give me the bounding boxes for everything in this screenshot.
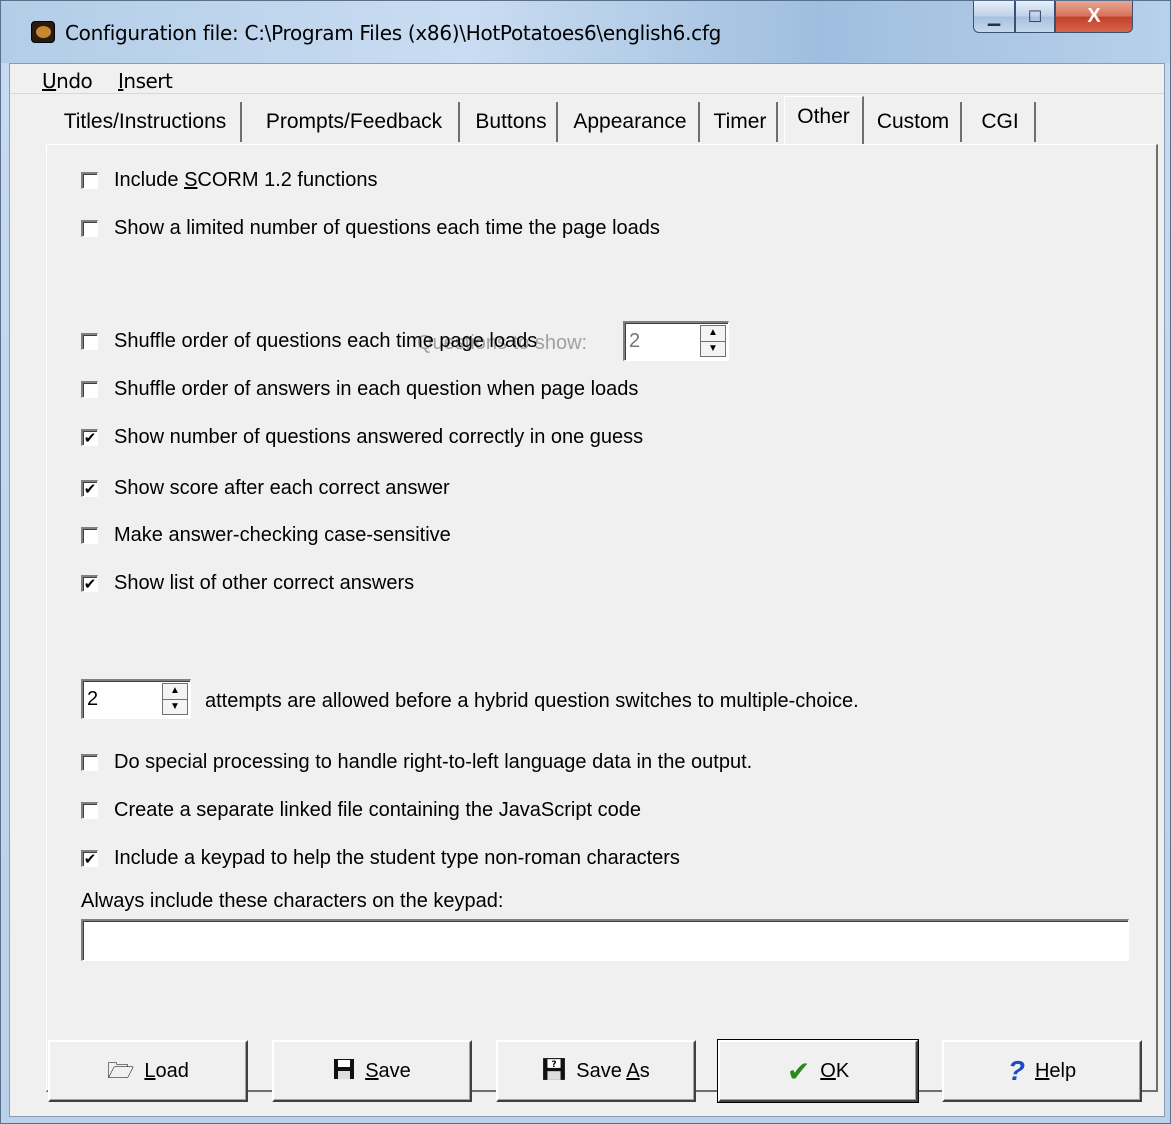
other-tab-panel: Include SCORM 1.2 functions Show a limit… bbox=[46, 144, 1158, 1092]
tab-timer[interactable]: Timer bbox=[704, 102, 778, 142]
show-score-checkbox[interactable]: ✔ bbox=[81, 480, 98, 497]
rtl-checkbox[interactable] bbox=[81, 754, 98, 771]
load-label: Load bbox=[144, 1059, 189, 1082]
keypad-characters-input[interactable] bbox=[81, 919, 1129, 961]
dialog-client-area: Undo Insert Titles/Instructions Prompts/… bbox=[9, 63, 1165, 1117]
tab-appearance[interactable]: Appearance bbox=[562, 102, 700, 142]
menu-undo[interactable]: Undo bbox=[42, 69, 93, 93]
spin-down-icon[interactable]: ▼ bbox=[163, 698, 187, 715]
tab-buttons[interactable]: Buttons bbox=[466, 102, 558, 142]
tab-other[interactable]: Other bbox=[784, 96, 864, 144]
separate-js-checkbox[interactable] bbox=[81, 802, 98, 819]
limited-questions-label: Show a limited number of questions each … bbox=[114, 217, 660, 239]
minimize-icon: ▁ bbox=[987, 8, 1001, 26]
attempts-spinner[interactable]: 2 ▲ ▼ bbox=[81, 679, 191, 719]
case-sensitive-label: Make answer-checking case-sensitive bbox=[114, 524, 451, 546]
maximize-icon: ☐ bbox=[1027, 8, 1043, 26]
save-as-label: Save As bbox=[576, 1059, 650, 1082]
floppy-disk-question-icon: ? bbox=[542, 1057, 566, 1085]
hot-potatoes-app-icon[interactable] bbox=[31, 21, 55, 43]
ok-label: OK bbox=[820, 1059, 850, 1082]
other-answers-checkbox[interactable]: ✔ bbox=[81, 575, 98, 592]
tab-prompts-feedback[interactable]: Prompts/Feedback bbox=[250, 102, 460, 142]
scorm-label: Include SCORM 1.2 functions bbox=[114, 169, 378, 191]
load-button[interactable]: 🗁 Load bbox=[48, 1040, 248, 1102]
option-show-score[interactable]: ✔ Show score after each correct answer bbox=[81, 477, 450, 500]
minimize-button[interactable]: ▁ bbox=[973, 1, 1015, 33]
questions-to-show-spinner[interactable]: 2 ▲ ▼ bbox=[623, 321, 729, 361]
title-bar[interactable]: Configuration file: C:\Program Files (x8… bbox=[1, 1, 1170, 63]
attempts-arrows[interactable]: ▲ ▼ bbox=[162, 683, 188, 715]
tab-custom[interactable]: Custom bbox=[866, 102, 962, 142]
menu-bar: Undo Insert bbox=[10, 64, 1164, 94]
option-show-correct-first[interactable]: ✔ Show number of questions answered corr… bbox=[81, 426, 643, 449]
svg-text:?: ? bbox=[552, 1060, 557, 1070]
save-as-button[interactable]: ? Save As bbox=[496, 1040, 696, 1102]
tab-strip: Titles/Instructions Prompts/Feedback But… bbox=[10, 94, 1164, 144]
help-button[interactable]: ? Help bbox=[942, 1040, 1142, 1102]
checkmark-icon: ✔ bbox=[786, 1055, 811, 1087]
shuffle-questions-label: Shuffle order of questions each time pag… bbox=[114, 330, 538, 352]
close-button[interactable]: X bbox=[1055, 1, 1133, 33]
spin-up-icon[interactable]: ▲ bbox=[163, 684, 187, 699]
floppy-disk-icon bbox=[333, 1058, 355, 1084]
spin-down-icon[interactable]: ▼ bbox=[701, 340, 725, 357]
option-other-answers[interactable]: ✔ Show list of other correct answers bbox=[81, 572, 414, 595]
option-shuffle-answers[interactable]: Shuffle order of answers in each questio… bbox=[81, 378, 638, 401]
spin-up-icon[interactable]: ▲ bbox=[701, 326, 725, 341]
folder-open-icon: 🗁 bbox=[107, 1058, 135, 1083]
other-answers-label: Show list of other correct answers bbox=[114, 572, 415, 594]
attempts-label: attempts are allowed before a hybrid que… bbox=[205, 690, 859, 712]
show-correct-first-checkbox[interactable]: ✔ bbox=[81, 429, 98, 446]
close-icon: X bbox=[1087, 5, 1101, 27]
keypad-label: Include a keypad to help the student typ… bbox=[114, 847, 680, 869]
save-button[interactable]: Save bbox=[272, 1040, 472, 1102]
save-label: Save bbox=[365, 1059, 411, 1082]
rtl-label: Do special processing to handle right-to… bbox=[114, 751, 753, 773]
option-shuffle-questions[interactable]: Shuffle order of questions each time pag… bbox=[81, 330, 537, 353]
questions-to-show-value: 2 bbox=[629, 330, 641, 352]
ok-button[interactable]: ✔ OK bbox=[717, 1039, 919, 1103]
option-limited-questions[interactable]: Show a limited number of questions each … bbox=[81, 217, 660, 240]
keypad-checkbox[interactable]: ✔ bbox=[81, 850, 98, 867]
keypad-characters-label: Always include these characters on the k… bbox=[81, 890, 504, 912]
maximize-button[interactable]: ☐ bbox=[1015, 1, 1055, 33]
case-sensitive-checkbox[interactable] bbox=[81, 527, 98, 544]
option-rtl[interactable]: Do special processing to handle right-to… bbox=[81, 751, 752, 774]
tab-cgi[interactable]: CGI bbox=[966, 102, 1036, 142]
menu-insert[interactable]: Insert bbox=[118, 69, 173, 93]
question-mark-icon: ? bbox=[1007, 1055, 1025, 1086]
option-separate-js[interactable]: Create a separate linked file containing… bbox=[81, 799, 641, 822]
help-label: Help bbox=[1034, 1059, 1077, 1082]
option-scorm[interactable]: Include SCORM 1.2 functions bbox=[81, 169, 377, 192]
separate-js-label: Create a separate linked file containing… bbox=[114, 799, 641, 821]
option-case-sensitive[interactable]: Make answer-checking case-sensitive bbox=[81, 524, 451, 547]
config-window: Configuration file: C:\Program Files (x8… bbox=[0, 0, 1171, 1124]
shuffle-questions-checkbox[interactable] bbox=[81, 333, 98, 350]
shuffle-answers-label: Shuffle order of answers in each questio… bbox=[114, 378, 639, 400]
tab-titles-instructions[interactable]: Titles/Instructions bbox=[50, 102, 242, 142]
window-title: Configuration file: C:\Program Files (x8… bbox=[65, 21, 721, 45]
shuffle-answers-checkbox[interactable] bbox=[81, 381, 98, 398]
questions-to-show-arrows[interactable]: ▲ ▼ bbox=[700, 325, 726, 357]
limited-questions-checkbox[interactable] bbox=[81, 220, 98, 237]
attempts-value: 2 bbox=[87, 688, 99, 710]
scorm-checkbox[interactable] bbox=[81, 172, 98, 189]
show-score-label: Show score after each correct answer bbox=[114, 477, 450, 499]
show-correct-first-label: Show number of questions answered correc… bbox=[114, 426, 644, 448]
option-keypad[interactable]: ✔ Include a keypad to help the student t… bbox=[81, 847, 680, 870]
